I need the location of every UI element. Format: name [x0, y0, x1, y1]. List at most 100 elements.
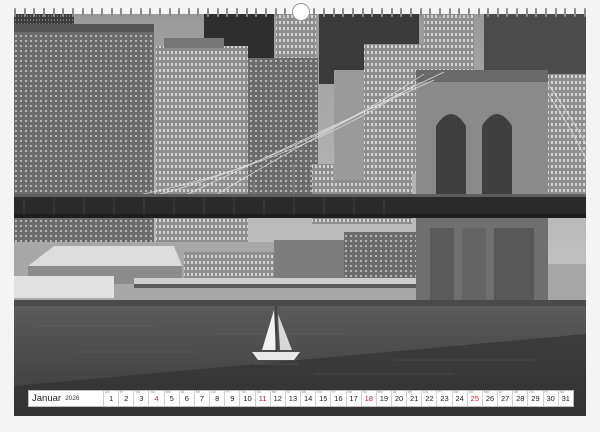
day-number: 24: [455, 394, 464, 403]
binding-ring: [351, 7, 354, 17]
bridge-skyline-image: [14, 14, 586, 416]
binding-ring: [583, 7, 586, 17]
day-number: 25: [470, 394, 479, 403]
weekday-label: Mi: [408, 390, 412, 394]
binding-ring: [323, 7, 325, 17]
weekday-label: Do: [105, 390, 110, 394]
weekday-label: So: [468, 390, 474, 394]
day-number: 11: [258, 394, 267, 403]
binding-ring: [245, 7, 248, 17]
binding-ring: [487, 7, 490, 17]
binding-ring: [33, 7, 36, 17]
binding-ring: [284, 7, 287, 17]
day-cell: Do 29: [527, 390, 542, 406]
day-number: 1: [108, 394, 114, 403]
binding-ring: [23, 7, 26, 17]
binding-ring: [545, 7, 548, 17]
day-cell: So 18: [360, 390, 376, 406]
weekday-label: Do: [529, 390, 534, 394]
binding-ring: [255, 7, 258, 17]
binding-ring: [158, 7, 161, 17]
binding-ring: [313, 7, 316, 17]
day-cell: Fr 2: [118, 390, 133, 406]
binding-ring: [516, 7, 519, 17]
day-cell: Mi 14: [300, 390, 315, 406]
day-cell: Mo 26: [481, 390, 497, 406]
binding-ring: [332, 7, 335, 17]
day-cell: Sa 3: [133, 390, 148, 406]
binding-ring: [554, 7, 557, 17]
month-header: Januar 2026: [29, 391, 103, 406]
weekday-label: Mi: [195, 390, 200, 394]
binding-ring: [42, 7, 45, 17]
binding-ring: [371, 7, 374, 17]
binding-ring: [361, 7, 364, 17]
binding-ring: [226, 7, 229, 17]
day-number: 13: [288, 394, 298, 403]
binding-ring: [216, 7, 219, 17]
binding-ring: [120, 7, 123, 17]
binding-ring: [110, 7, 113, 17]
day-number: 22: [425, 394, 434, 403]
day-cell: Di 6: [178, 390, 194, 406]
day-number: 27: [500, 394, 510, 403]
binding-ring: [197, 7, 200, 17]
weekday-label: Sa: [135, 390, 140, 394]
binding-ring: [525, 7, 528, 17]
weekday-label: Mi: [514, 390, 518, 394]
binding-ring: [71, 7, 74, 17]
day-cell: Di 27: [497, 390, 512, 406]
weekday-label: Fr: [544, 390, 548, 394]
day-cell: Sa 17: [345, 390, 361, 406]
binding-ring: [477, 7, 480, 17]
binding-ring: [574, 7, 577, 17]
binding-ring: [400, 7, 403, 17]
day-cell: Mo 5: [163, 390, 179, 406]
day-cell: Do 8: [209, 390, 224, 406]
weekday-label: Fr: [438, 390, 442, 394]
binding-ring: [207, 7, 210, 17]
day-number: 19: [379, 394, 389, 403]
weekday-label: Di: [499, 390, 503, 394]
day-cell: Fr 23: [436, 390, 451, 406]
day-number: 20: [394, 394, 404, 403]
weekday-label: Fr: [332, 390, 336, 394]
binding-ring: [342, 7, 345, 17]
weekday-label: So: [150, 390, 155, 394]
day-number: 21: [410, 394, 419, 403]
weekday-label: Mo: [271, 390, 277, 394]
weekday-label: Sa: [559, 390, 564, 394]
weekday-label: Fr: [226, 390, 230, 394]
binding-ring: [419, 7, 422, 17]
day-number: 16: [334, 394, 343, 403]
binding-ring: [168, 7, 171, 17]
binding-ring: [178, 7, 181, 17]
day-number: 28: [516, 394, 525, 403]
day-cell: Mi 21: [406, 390, 421, 406]
day-number: 10: [243, 394, 252, 403]
day-cell: Sa 31: [557, 390, 573, 406]
day-number: 5: [169, 394, 174, 403]
weekday-label: Fr: [120, 390, 124, 394]
day-cell: Mo 19: [375, 390, 391, 406]
day-cell: So 25: [466, 390, 482, 406]
day-number: 30: [546, 394, 555, 403]
weekday-label: Sa: [453, 390, 458, 394]
day-cell: Do 1: [103, 390, 118, 406]
weekday-label: Mo: [165, 390, 171, 394]
day-cell: So 11: [254, 390, 270, 406]
weekday-label: So: [256, 390, 261, 394]
binding-ring: [496, 7, 499, 17]
day-cell: Di 20: [390, 390, 406, 406]
binding-ring: [467, 7, 470, 17]
binding-ring: [187, 7, 190, 17]
day-number: 3: [139, 394, 144, 403]
day-number: 26: [485, 394, 495, 403]
year-label: 2026: [65, 395, 80, 402]
day-cell: Mo 12: [269, 390, 285, 406]
binding-ring: [139, 7, 142, 17]
binding-ring: [81, 7, 84, 17]
day-number: 15: [319, 394, 328, 403]
day-cell: Do 15: [315, 390, 330, 406]
day-cell: Mi 7: [193, 390, 209, 406]
